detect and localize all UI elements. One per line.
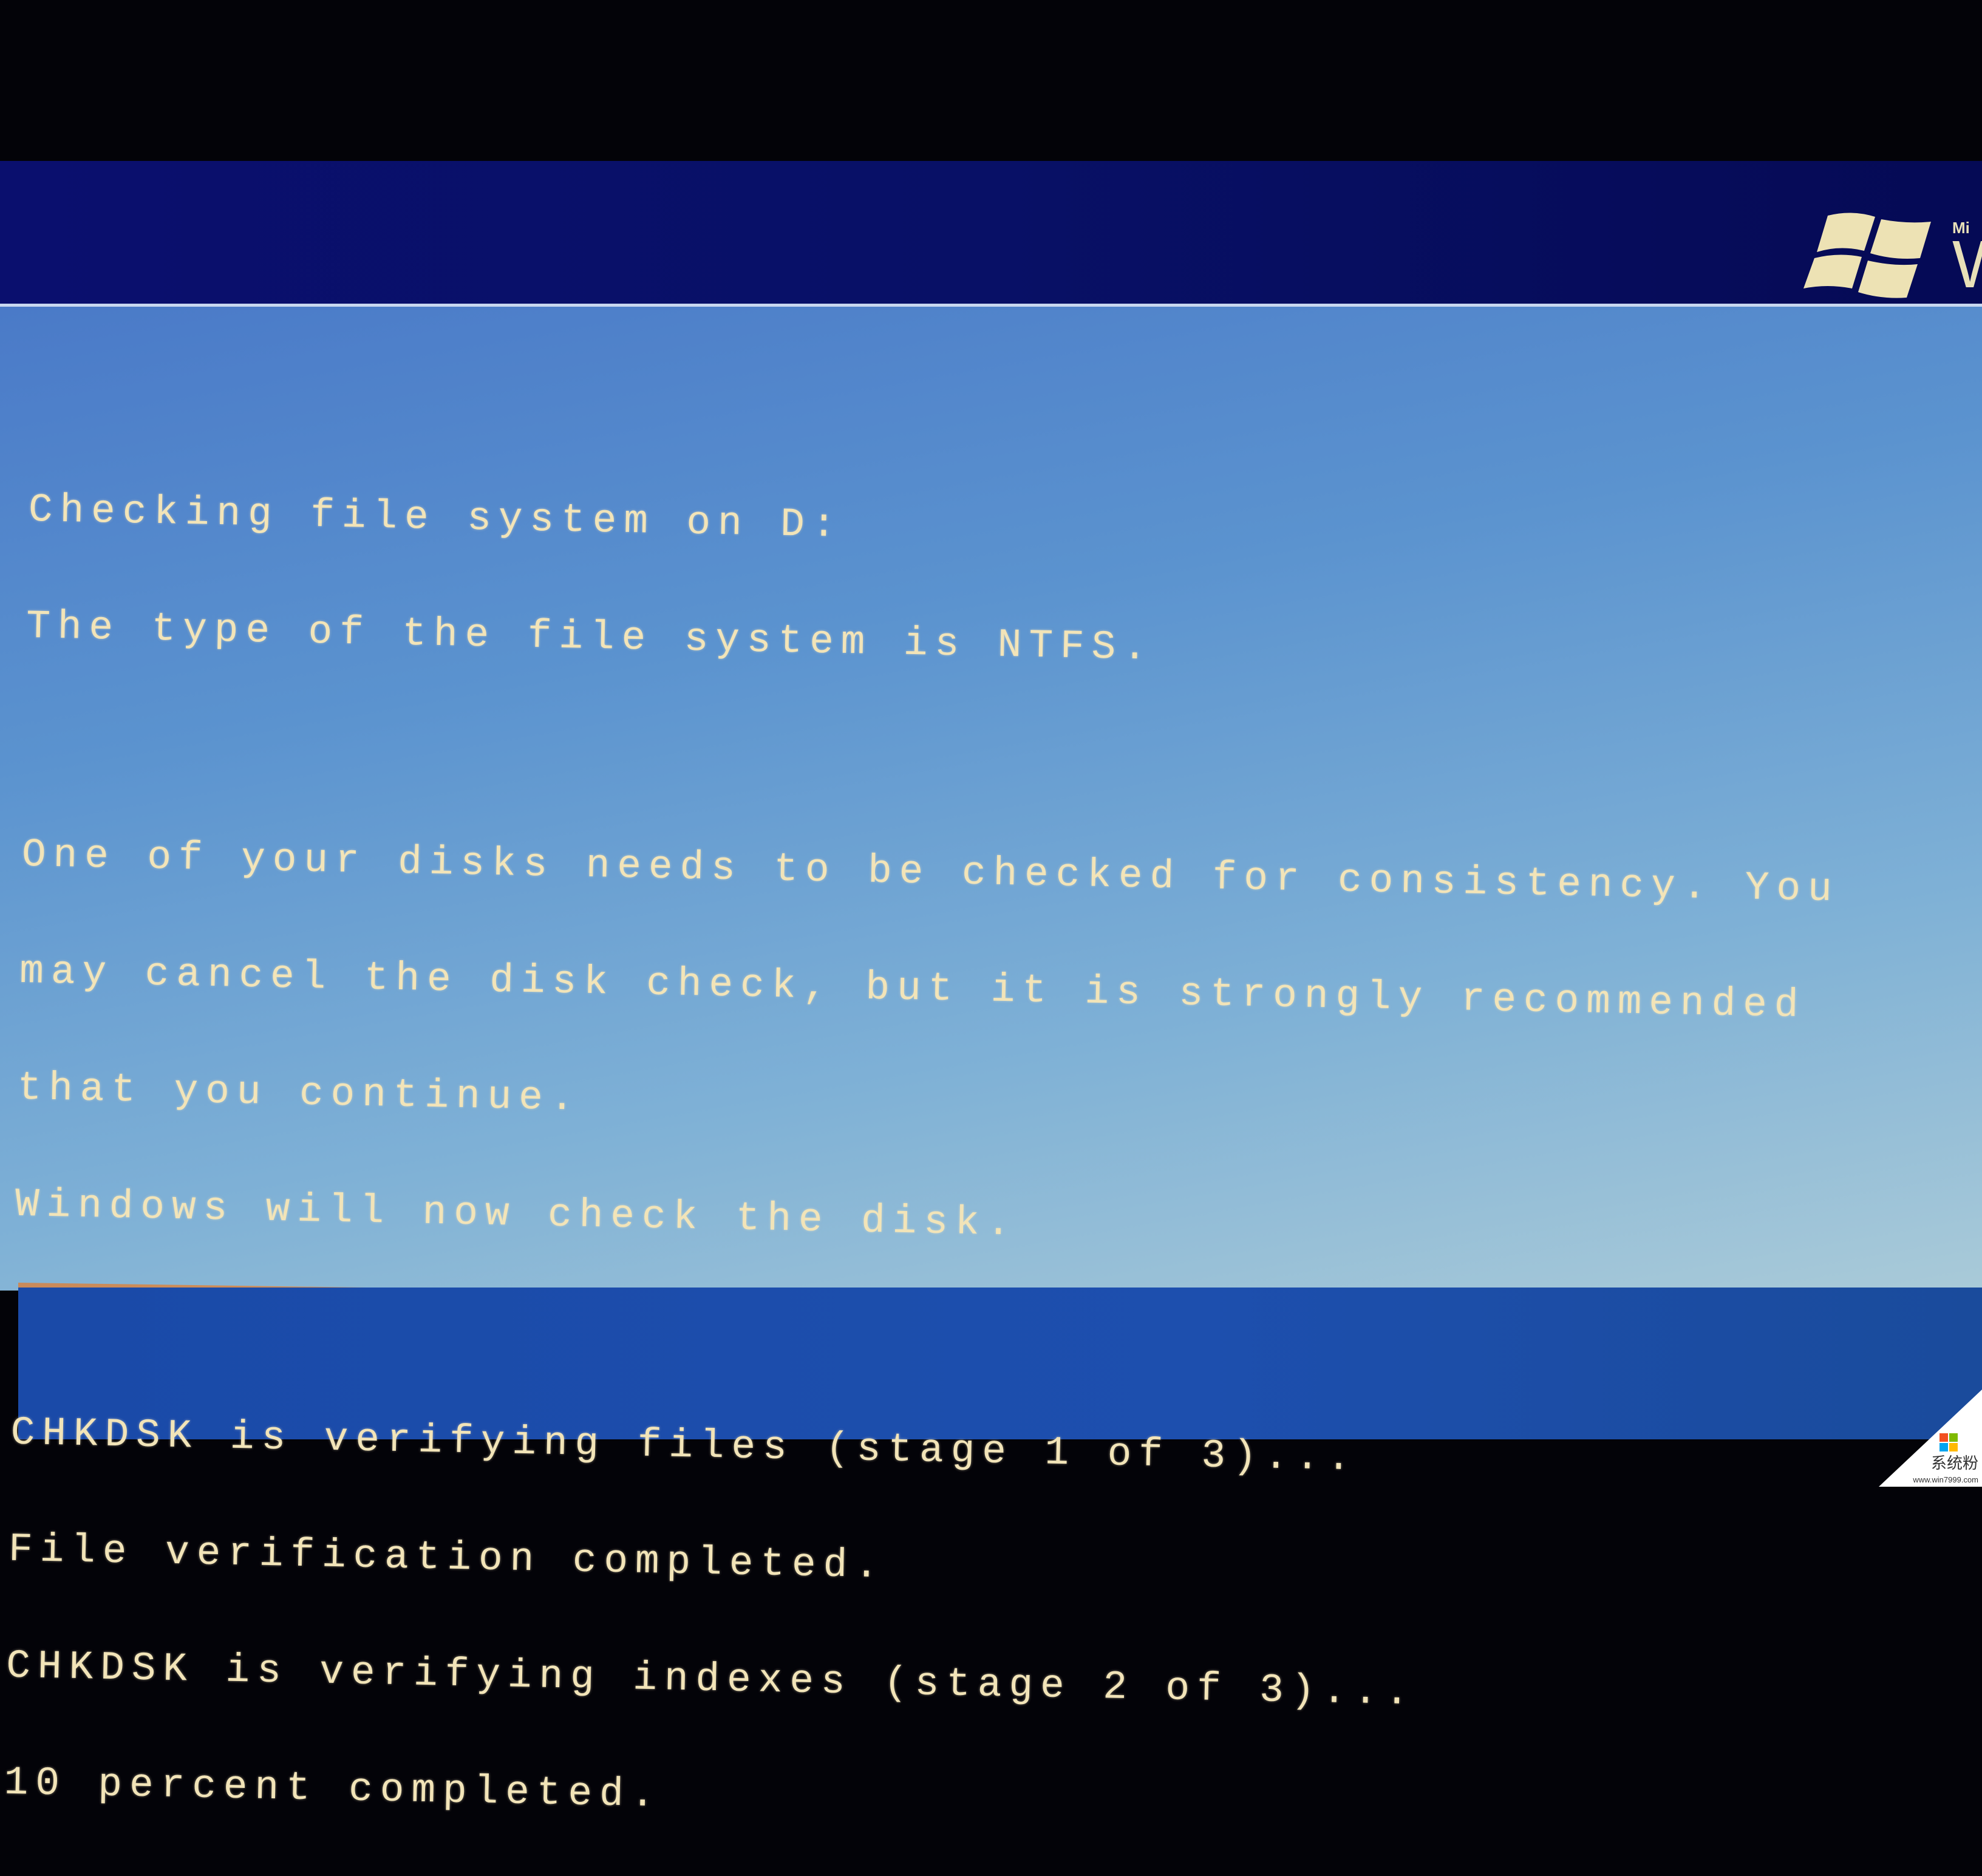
console-line: may cancel the disk check, but it is str… (19, 948, 1807, 1029)
console-line: The type of the file system is NTFS. (26, 603, 1155, 671)
header-band (0, 161, 1982, 319)
console-line: File verification completed. (8, 1526, 887, 1589)
watermark-logo-icon (1939, 1433, 1958, 1451)
console-line: One of your disks needs to be checked fo… (21, 831, 1840, 913)
console-line: CHKDSK is verifying indexes (stage 2 of … (5, 1643, 1417, 1716)
logo-big-text: W (1952, 231, 1982, 298)
console-line: Checking file system on D: (28, 486, 844, 548)
watermark-name: 系统粉 (1930, 1455, 1978, 1473)
console-line: Windows will now check the disk. (15, 1181, 1018, 1247)
watermark-url: www.win7999.com (1913, 1475, 1978, 1484)
progress-line: 10 percent completed. (3, 1759, 662, 1818)
watermark: 系统粉 www.win7999.com (1879, 1390, 1982, 1487)
console-line: that you continue. (16, 1065, 582, 1122)
console-output: Checking file system on D: The type of t… (3, 413, 1848, 1876)
windows-wordmark: Mi W (1952, 219, 1982, 298)
console-line: CHKDSK is verifying files (stage 1 of 3)… (10, 1410, 1359, 1482)
windows-logo-icon (1803, 213, 1931, 298)
